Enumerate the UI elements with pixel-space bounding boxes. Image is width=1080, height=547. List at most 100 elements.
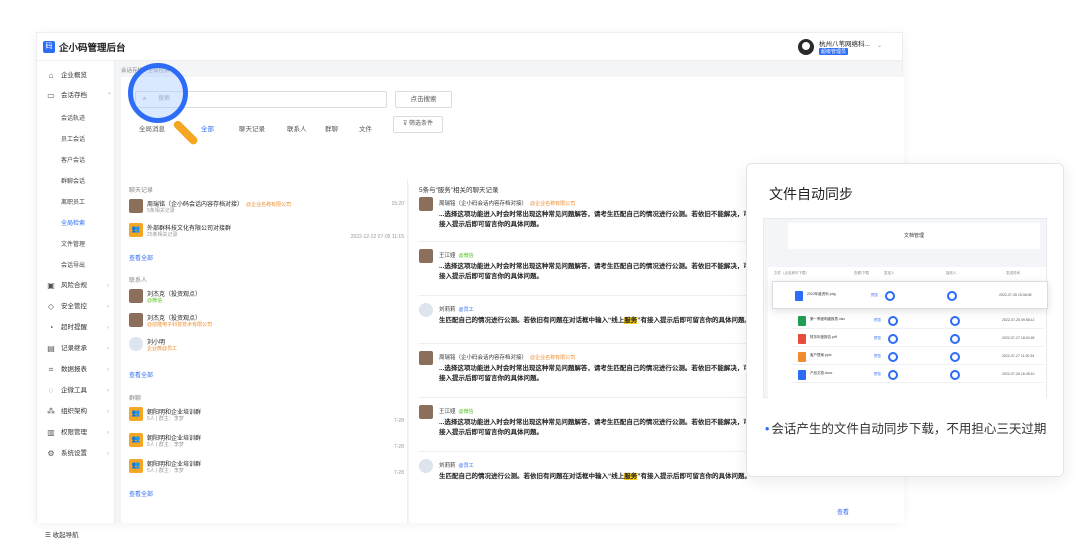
collapse-nav-button[interactable]: ☰ 收起导航 (45, 529, 79, 539)
sidebar-item-timeout[interactable]: ◔ 超时提醒 › (37, 319, 115, 337)
org-avatar[interactable] (798, 39, 814, 55)
preview-link[interactable]: 预览 (874, 318, 881, 323)
sidebar-item-label: 记录继承 (61, 345, 87, 352)
avatar (129, 337, 143, 351)
sidebar-sub-customer[interactable]: 客户会话 (61, 155, 85, 164)
list-item-subtitle: 5人 | 群主：李梦 (147, 442, 184, 448)
view-message-link[interactable]: 查看 (837, 507, 849, 516)
sidebar-item-security[interactable]: ◇ 安全管控 › (37, 298, 115, 316)
list-item[interactable]: 刘杰克（投资观点） @微信 (129, 289, 404, 307)
left-results-column: 聊天记录 周瑞铭（企小码会话内容存档对接） @企业名称有限公司 5条相关记录 15… (121, 179, 408, 523)
group-avatar-icon: 👥 (129, 407, 143, 421)
preview-link[interactable]: 预览 (874, 372, 881, 377)
table-row[interactable]: 财务年度报告.pdf 预览 2022-07-27 18:02:45 (792, 331, 1044, 347)
list-item[interactable]: 👥 朝阳明和企业培训群 5人 | 群主：李梦 7-28 (129, 433, 404, 451)
table-row[interactable]: 第一季度明细报表.xlsx 预览 2022-07-28 09:58:12 (792, 313, 1044, 329)
sidebar-item-org[interactable]: ⁂ 组织架构 › (37, 403, 115, 421)
inherit-icon: ▤ (47, 344, 55, 353)
view-all-groups-link[interactable]: 查看全部 (129, 489, 153, 498)
receiver-avatar-icon (950, 352, 960, 362)
sidebar-sub-group[interactable]: 群聊会话 (61, 176, 85, 185)
sidebar-sub-trace[interactable]: 会话轨迹 (61, 113, 85, 122)
sidebar-item-tools[interactable]: ◌ 企微工具 › (37, 382, 115, 400)
view-all-chats-link[interactable]: 查看全部 (129, 253, 153, 262)
tab-groups[interactable]: 群聊 (325, 123, 338, 133)
sender-name: 周瑞铭（企小码会话内容存档对接） (439, 355, 528, 361)
message-sender: 周瑞铭（企小码会话内容存档对接） @企业名称有限公司 (439, 199, 575, 207)
sender-name: 刘莉莉 (439, 463, 456, 469)
preview-column-header: 发送时间 (1006, 271, 1020, 275)
sidebar-item-label: 数据报表 (61, 366, 87, 373)
sidebar-item-settings[interactable]: ⚙ 系统设置 › (37, 445, 115, 463)
search-button[interactable]: 点击搜索 (395, 91, 452, 108)
sidebar-item-archive[interactable]: ▭ 会话存档 ⌃ (37, 87, 115, 105)
filter-button[interactable]: ⊽ 筛选条件 (393, 116, 443, 133)
avatar (419, 351, 433, 365)
sidebar-item-risk[interactable]: ▣ 风险合规 › (37, 277, 115, 295)
sidebar-sub-export[interactable]: 会话导出 (61, 260, 85, 269)
sidebar-item-label: 安全管控 (61, 303, 87, 310)
send-time: 2022-07-27 11:20:33 (1002, 354, 1035, 358)
file-name: 财务年度报告.pdf (810, 335, 837, 339)
sidebar-sub-global-search[interactable]: 全局检索 (61, 218, 85, 227)
send-time: 2022-07-26 16:45:10 (1002, 372, 1035, 376)
list-item[interactable]: 周瑞铭（企小码会话内容存档对接） @企业名称有限公司 5条相关记录 15:20 (129, 199, 404, 217)
sidebar-item-permission[interactable]: ▥ 权限管理 › (37, 424, 115, 442)
avatar (419, 405, 433, 419)
file-name: 产品文档.docx (810, 371, 833, 375)
sidebar-item-label: 风险合规 (61, 282, 87, 289)
feature-description: • 会话产生的文件自动同步下载，不用担心三天过期 (765, 420, 1047, 439)
folder-icon: ▭ (47, 91, 55, 100)
sidebar-sub-files[interactable]: 文件管理 (61, 239, 85, 248)
tab-all[interactable]: 全部 (201, 123, 214, 133)
avatar (419, 197, 433, 211)
chevron-down-icon[interactable]: ⌄ (877, 42, 882, 49)
tab-global-messages[interactable]: 全局消息 (139, 123, 165, 133)
keyword-highlight: 服务 (624, 317, 638, 324)
sender-avatar-icon (885, 291, 895, 301)
preview-header: 文档管理 (788, 223, 1040, 249)
preview-link[interactable]: 预览 (871, 293, 878, 298)
tool-icon: ◌ (48, 386, 54, 395)
chevron-right-icon: › (107, 325, 109, 331)
list-item-subtitle: 5人 | 群主：李梦 (147, 468, 184, 474)
preview-link[interactable]: 预览 (874, 336, 881, 341)
sidebar-item-label: 权限管理 (61, 429, 87, 436)
tab-contacts[interactable]: 联系人 (287, 123, 307, 133)
filter-label: 筛选条件 (409, 121, 434, 127)
sender-name: 王江娅 (439, 409, 456, 415)
tab-chat-records[interactable]: 聊天记录 (239, 123, 265, 133)
table-row[interactable]: 客户提案.pptx 预览 2022-07-27 11:20:33 (792, 349, 1044, 365)
list-item[interactable]: 👥 外部群科技文化有限公司对接群 25条相关记录 2022-12-22 07-0… (129, 223, 404, 241)
view-all-contacts-link[interactable]: 查看全部 (129, 370, 153, 379)
list-item[interactable]: 👥 朝阳明和企业培训群 5人 | 群主：李梦 7-28 (129, 459, 404, 477)
preview-link[interactable]: 预览 (874, 354, 881, 359)
sidebar-item-inherit[interactable]: ▤ 记录继承 › (37, 340, 115, 358)
org-name[interactable]: 杭州八苇网络科... (819, 38, 870, 48)
sender-avatar-icon (888, 316, 898, 326)
feature-title: 文件自动同步 (769, 186, 853, 202)
file-icon (798, 370, 806, 380)
list-item[interactable]: 刘小明 企业微@员工 (129, 337, 404, 355)
file-icon (795, 291, 803, 301)
receiver-avatar-icon (947, 291, 957, 301)
table-row[interactable]: 2022年度资料.png 预览 2022-07-28 15:36:08 (789, 288, 1041, 304)
sidebar-sub-resigned[interactable]: 离职员工 (61, 197, 85, 206)
contact-tag: 企业微@员工 (147, 346, 178, 352)
list-item-time: 7-28 (393, 418, 404, 424)
file-management-preview: 文档管理 文件（点击即可下载） 查看/下载 发送人 接收人 发送时间 2022年… (763, 218, 1048, 399)
sidebar-item-overview[interactable]: ⌂ 企业概览 (37, 67, 115, 85)
keyword-highlight: 服务 (624, 473, 638, 480)
list-item[interactable]: 刘杰克（投资观点） @前隆电子科技技术有限公司 (129, 313, 404, 331)
role-badge: 超级管理员 (819, 48, 849, 55)
table-row[interactable]: 产品文档.docx 预览 2022-07-26 16:45:10 (792, 367, 1044, 383)
receiver-avatar-icon (950, 370, 960, 380)
sidebar-item-report[interactable]: ⌗ 数据报表 › (37, 361, 115, 379)
tab-files[interactable]: 文件 (359, 123, 372, 133)
feature-description-text: 会话产生的文件自动同步下载，不用担心三天过期 (771, 422, 1047, 436)
receiver-avatar-icon (950, 334, 960, 344)
preview-column-header: 查看/下载 (854, 271, 869, 275)
sidebar-sub-staff[interactable]: 员工会话 (61, 134, 85, 143)
file-icon (798, 352, 806, 362)
list-item[interactable]: 👥 朝阳明和企业培训群 5人 | 群主：李梦 7-28 (129, 407, 404, 425)
